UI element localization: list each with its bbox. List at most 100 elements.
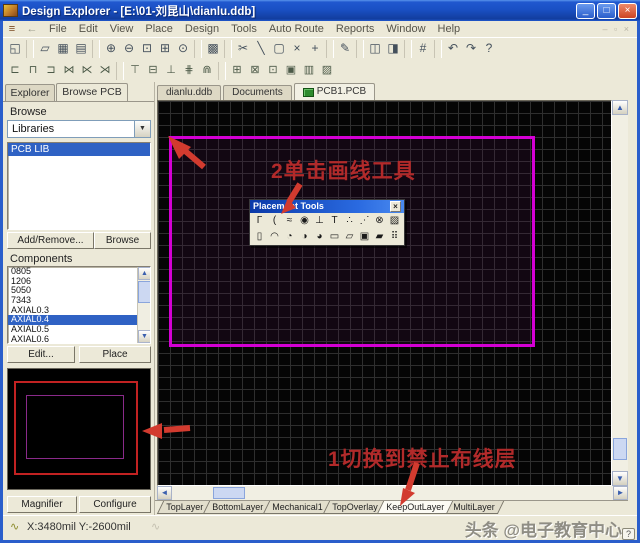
toolbar-icon-cut[interactable]: ✂ xyxy=(234,40,252,58)
align-icon-align-top[interactable]: ⊤ xyxy=(126,62,144,80)
layer-tab-mechanical1[interactable]: Mechanical1 xyxy=(263,501,332,514)
tool-paste-array[interactable]: ▣ xyxy=(357,230,372,244)
menu-item-design[interactable]: Design xyxy=(179,23,225,35)
align-icon-space-horizontal-equal[interactable]: ⋈ xyxy=(60,62,78,80)
help-bubble-icon[interactable]: ? xyxy=(622,528,635,540)
tab-documents[interactable]: Documents xyxy=(223,85,292,100)
tool-place-arc-edge[interactable]: ( xyxy=(267,214,282,228)
title-bar[interactable]: Design Explorer - [E:\01-刘昆山\dianlu.ddb]… xyxy=(0,0,640,21)
toolbar-icon-redo[interactable]: ↷ xyxy=(462,40,480,58)
placement-tools-close-icon[interactable]: × xyxy=(390,201,401,212)
toolbar-icon-zoom-out[interactable]: ⊖ xyxy=(120,40,138,58)
toolbar-icon-library-footprints[interactable]: ◨ xyxy=(384,40,402,58)
toolbar-icon-zoom-document[interactable]: ⊞ xyxy=(156,40,174,58)
toolbar-icon-draw-line[interactable]: ╲ xyxy=(252,40,270,58)
tool-full-circle[interactable]: ◕ xyxy=(312,230,327,244)
menu-item-view[interactable]: View xyxy=(104,23,140,35)
tool-component-array[interactable]: ⠿ xyxy=(387,230,402,244)
library-item-pcb-lib[interactable]: PCB LIB xyxy=(8,143,150,156)
toolbar-icon-capture-image[interactable]: ▩ xyxy=(204,40,222,58)
tool-arc-by-edge[interactable]: ◑ xyxy=(297,230,312,244)
scroll-left-icon[interactable]: ◄ xyxy=(157,486,172,500)
add-remove-button[interactable]: Add/Remove... xyxy=(7,232,94,249)
tab-explorer[interactable]: Explorer xyxy=(5,84,55,101)
menu-item-reports[interactable]: Reports xyxy=(330,23,381,35)
menu-item-file[interactable]: File xyxy=(43,23,73,35)
edit-button[interactable]: Edit... xyxy=(7,346,75,363)
toolbar-icon-grid-toggle[interactable]: # xyxy=(414,40,432,58)
document-stack-icon[interactable]: ≡ xyxy=(3,23,21,35)
menu-item-edit[interactable]: Edit xyxy=(73,23,104,35)
menu-item-place[interactable]: Place xyxy=(139,23,179,35)
scroll-right-icon[interactable]: ► xyxy=(613,486,628,500)
tool-edit-arc-center[interactable]: ◠ xyxy=(267,230,282,244)
align-icon-group-selection[interactable]: ▣ xyxy=(282,62,300,80)
tool-split-plane[interactable]: ▰ xyxy=(372,230,387,244)
libraries-dropdown[interactable]: Libraries ▼ xyxy=(7,120,151,138)
configure-button[interactable]: Configure xyxy=(79,496,151,513)
layer-tab-keepoutlayer[interactable]: KeepOutLayer xyxy=(377,501,453,514)
magnifier-button[interactable]: Magnifier xyxy=(7,496,77,513)
toolbar-icon-zoom-in[interactable]: ⊕ xyxy=(102,40,120,58)
scroll-down-icon[interactable]: ▼ xyxy=(138,330,151,343)
pcb-canvas[interactable]: 2单击画线工具 1切换到禁止布线层 Placement Tools × Γ(≈◉… xyxy=(157,100,612,486)
tool-place-track[interactable]: Γ xyxy=(252,214,267,228)
toolbar-icon-undo[interactable]: ↶ xyxy=(444,40,462,58)
toolbar-icon-zoom-area[interactable]: ⊡ xyxy=(138,40,156,58)
align-icon-space-vertical-equal[interactable]: ⋕ xyxy=(180,62,198,80)
tab-browse-pcb[interactable]: Browse PCB xyxy=(56,83,128,101)
menu-item-help[interactable]: Help xyxy=(432,23,467,35)
close-button[interactable]: × xyxy=(618,3,637,19)
align-icon-arrange-inside-room[interactable]: ⊞ xyxy=(228,62,246,80)
tool-place-rectangle[interactable]: ▭ xyxy=(327,230,342,244)
tool-place-dimension[interactable]: ⋰ xyxy=(357,214,372,228)
toolbar-icon-select-area[interactable]: ▢ xyxy=(270,40,288,58)
align-icon-align-right[interactable]: ⊐ xyxy=(42,62,60,80)
placement-tools-window[interactable]: Placement Tools × Γ(≈◉⊥T∴⋰⊗▨ ▯◠◔◑◕▭▱▣▰⠿ xyxy=(249,199,405,246)
dropdown-arrow-icon[interactable]: ▼ xyxy=(134,121,150,137)
align-icon-align-bottom[interactable]: ⊥ xyxy=(162,62,180,80)
minimize-button[interactable]: _ xyxy=(576,3,595,19)
tab-pcb1-pcb[interactable]: PCB1.PCB xyxy=(294,83,375,100)
tool-place-via[interactable]: ⊥ xyxy=(312,214,327,228)
align-icon-align-center-horizontal[interactable]: ⊓ xyxy=(24,62,42,80)
tool-interactive-routing[interactable]: ≈ xyxy=(282,214,297,228)
horizontal-scroll-thumb[interactable] xyxy=(213,487,245,499)
menu-item-auto-route[interactable]: Auto Route xyxy=(263,23,330,35)
tool-place-room[interactable]: ▯ xyxy=(252,230,267,244)
tool-place-polygon-plane[interactable]: ▱ xyxy=(342,230,357,244)
toolbar-icon-library-components[interactable]: ◫ xyxy=(366,40,384,58)
scroll-down-icon[interactable]: ▼ xyxy=(612,471,628,486)
footprint-preview[interactable] xyxy=(7,368,151,490)
mdi-window-controls[interactable]: – ▫ × xyxy=(603,24,637,34)
toolbar-icon-deselect[interactable]: × xyxy=(288,40,306,58)
menu-item-window[interactable]: Window xyxy=(380,23,431,35)
tool-place-pad[interactable]: ◉ xyxy=(297,214,312,228)
align-icon-lock-position[interactable]: ⊡ xyxy=(264,62,282,80)
place-button[interactable]: Place xyxy=(79,346,151,363)
layer-tab-bottomlayer[interactable]: BottomLayer xyxy=(203,501,272,514)
tool-place-string[interactable]: T xyxy=(327,214,342,228)
scroll-up-icon[interactable]: ▲ xyxy=(612,100,628,115)
align-icon-space-vertical-grow[interactable]: ⋒ xyxy=(198,62,216,80)
layer-tab-multilayer[interactable]: MultiLayer xyxy=(444,501,504,514)
align-icon-ungroup-selection[interactable]: ▥ xyxy=(300,62,318,80)
toolbar-icon-zoom-pointer[interactable]: ⊙ xyxy=(174,40,192,58)
tool-place-coordinate[interactable]: ∴ xyxy=(342,214,357,228)
menu-item-tools[interactable]: Tools xyxy=(225,23,263,35)
align-icon-space-horizontal-grow[interactable]: ⋉ xyxy=(78,62,96,80)
tab-dianlu-ddb[interactable]: dianlu.ddb xyxy=(157,85,221,100)
maximize-button[interactable]: □ xyxy=(597,3,616,19)
toolbar-icon-open-document[interactable]: ▱ xyxy=(36,40,54,58)
toolbar-icon-explorer-toggle[interactable]: ◱ xyxy=(6,40,24,58)
align-icon-align-middle[interactable]: ⊟ xyxy=(144,62,162,80)
align-icon-arrange-outside-room[interactable]: ⊠ xyxy=(246,62,264,80)
tool-arc-by-center[interactable]: ◔ xyxy=(282,230,297,244)
back-arrow-icon[interactable]: ← xyxy=(21,23,43,35)
placement-tools-titlebar[interactable]: Placement Tools × xyxy=(250,200,404,213)
align-icon-placement-array[interactable]: ▨ xyxy=(318,62,336,80)
toolbar-icon-save-document[interactable]: ▦ xyxy=(54,40,72,58)
toolbar-icon-annotate-pencil[interactable]: ✎ xyxy=(336,40,354,58)
vertical-scroll-thumb[interactable] xyxy=(613,438,627,460)
tool-place-fill[interactable]: ▨ xyxy=(387,214,402,228)
